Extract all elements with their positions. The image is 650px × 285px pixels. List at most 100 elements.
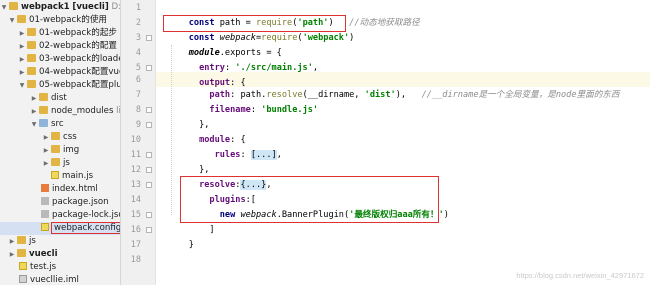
code-line-10[interactable]: rules: [...], — [168, 133, 282, 160]
tree-item-label: css — [63, 132, 77, 142]
tree-item-selected[interactable]: webpack.config.js — [0, 222, 120, 235]
expand-arrow-icon[interactable]: ▼ — [18, 79, 26, 92]
collapse-arrow-icon[interactable]: ▶ — [18, 53, 26, 66]
tree-item[interactable]: ▼ 05-webpack配置plugin — [18, 79, 120, 92]
tree-item[interactable]: ▶ 02-webpack的配置 — [18, 40, 120, 53]
line-number: 8 — [135, 105, 141, 115]
tree-item[interactable]: ▼ src — [30, 118, 120, 131]
tree-item-label: 01-webpack的使用 — [29, 15, 108, 25]
tree-item[interactable]: ▶ 01-webpack的起步 — [18, 27, 120, 40]
html-file-icon — [41, 183, 49, 192]
tree-item[interactable]: package.json — [40, 196, 120, 209]
fold-marker-icon[interactable] — [146, 122, 152, 128]
collapse-arrow-icon[interactable]: ▶ — [42, 157, 50, 170]
folder-icon — [27, 27, 36, 36]
code-line-11[interactable]: }, — [168, 148, 209, 175]
line-number: 6 — [135, 75, 141, 85]
collapse-arrow-icon[interactable]: ▶ — [18, 27, 26, 40]
collapse-arrow-icon[interactable]: ▶ — [18, 66, 26, 79]
tree-item-label: 02-webpack的配置 — [39, 41, 118, 51]
tree-root-module: [vuecli] — [72, 2, 109, 12]
highlight-box-plugins — [180, 176, 439, 223]
collapse-arrow-icon[interactable]: ▶ — [30, 92, 38, 105]
tree-item-label: package.json — [52, 197, 109, 207]
tree-item[interactable]: ▶ js — [8, 235, 120, 248]
expand-arrow-icon[interactable]: ▼ — [0, 1, 8, 14]
fold-marker-icon[interactable] — [146, 167, 152, 173]
tree-item[interactable]: ▶ dist — [30, 92, 120, 105]
tree-item[interactable]: ▶ css — [42, 131, 120, 144]
collapse-arrow-icon[interactable]: ▶ — [18, 40, 26, 53]
tree-item-label: vuecllie.iml — [30, 275, 79, 285]
fold-marker-icon[interactable] — [146, 107, 152, 113]
line-number: 9 — [135, 120, 141, 130]
tree-item[interactable]: ▶node_modules libra — [30, 105, 120, 118]
tree-item-label: package-lock.json — [52, 210, 120, 220]
code-text: } — [188, 240, 194, 250]
tree-item[interactable]: vuecllie.iml — [18, 274, 120, 285]
expand-arrow-icon[interactable]: ▼ — [8, 14, 16, 27]
line-number-gutter: 1 2 3 4 5 6 7 8 9 10 11 12 13 14 15 16 1… — [121, 0, 156, 285]
code-line-1[interactable]: const path = require('path') //动态地获取路径 — [168, 1, 420, 28]
code-comment: //动态地获取路径 — [349, 18, 420, 28]
expand-arrow-icon[interactable]: ▼ — [30, 118, 38, 131]
tree-item[interactable]: ▶ js — [42, 157, 120, 170]
tree-item[interactable]: ▶ img — [42, 144, 120, 157]
tree-item-label: node_modules — [51, 106, 114, 116]
folder-icon — [51, 131, 60, 140]
property-key: rules — [214, 150, 241, 160]
line-number: 13 — [130, 180, 141, 190]
line-number: 10 — [130, 135, 141, 145]
line-number: 11 — [130, 150, 141, 160]
tree-item[interactable]: ▶ 03-webpack的loader — [18, 53, 121, 66]
code-text: , — [312, 63, 319, 73]
code-line-7[interactable]: filename: 'bundle.js' — [168, 88, 318, 115]
code-text: ] — [209, 225, 215, 235]
fold-marker-icon[interactable] — [146, 212, 152, 218]
tree-item[interactable]: package-lock.json — [40, 209, 120, 222]
collapse-arrow-icon[interactable]: ▶ — [8, 248, 16, 261]
fold-marker-icon[interactable] — [146, 35, 152, 41]
fold-marker-icon[interactable] — [146, 65, 152, 71]
code-line-17[interactable]: } — [168, 223, 194, 250]
folder-icon — [51, 144, 60, 153]
code-line-4[interactable]: entry: './src/main.js', — [168, 46, 318, 73]
collapse-arrow-icon[interactable]: ▶ — [42, 131, 50, 144]
line-number: 17 — [130, 240, 141, 250]
iml-file-icon — [19, 274, 27, 283]
collapse-arrow-icon[interactable]: ▶ — [8, 235, 16, 248]
folder-icon — [17, 248, 26, 257]
tree-root-path: D:\code\ — [111, 2, 121, 12]
tree-item[interactable]: index.html — [40, 183, 120, 196]
javascript-file-icon — [41, 222, 49, 231]
tree-item-label: img — [63, 145, 80, 155]
line-number: 12 — [130, 165, 141, 175]
code-line-3[interactable]: module.exports = { — [168, 31, 282, 58]
folded-code-region[interactable]: [...] — [250, 150, 277, 160]
folder-icon — [17, 14, 26, 23]
tree-item[interactable]: test.js — [18, 261, 120, 274]
fold-marker-icon[interactable] — [146, 182, 152, 188]
line-number: 16 — [130, 225, 141, 235]
tree-item[interactable]: ▶ vuecli — [8, 248, 120, 261]
code-text: ) — [443, 210, 449, 220]
tree-item[interactable]: ▶ 04-webpack配置vue — [18, 66, 120, 79]
folder-icon — [39, 92, 48, 101]
collapse-arrow-icon[interactable]: ▶ — [30, 105, 38, 118]
tree-item[interactable]: main.js — [50, 170, 120, 183]
fold-marker-icon[interactable] — [146, 152, 152, 158]
tree-item-label: 03-webpack的loader — [39, 54, 121, 64]
tree-root[interactable]: ▼ webpack1 [vuecli] D:\code\ — [0, 1, 121, 14]
line-number: 4 — [135, 48, 141, 58]
tree-item[interactable]: ▼ 01-webpack的使用 — [8, 14, 120, 27]
code-line-9[interactable]: module: { — [168, 118, 246, 145]
code-comment: //__dirname是一个全局变量，是node里面的东西 — [421, 90, 620, 100]
folder-icon — [51, 157, 60, 166]
code-line-8[interactable]: }, — [168, 103, 209, 130]
code-line-6[interactable]: path: path.resolve(__dirname, 'dist'), /… — [168, 73, 619, 100]
collapse-arrow-icon[interactable]: ▶ — [42, 144, 50, 157]
tree-item-label: src — [51, 119, 64, 129]
fold-marker-icon[interactable] — [146, 227, 152, 233]
code-text: , — [276, 150, 282, 160]
code-editor[interactable]: const path = require('path') //动态地获取路径 c… — [156, 0, 650, 285]
